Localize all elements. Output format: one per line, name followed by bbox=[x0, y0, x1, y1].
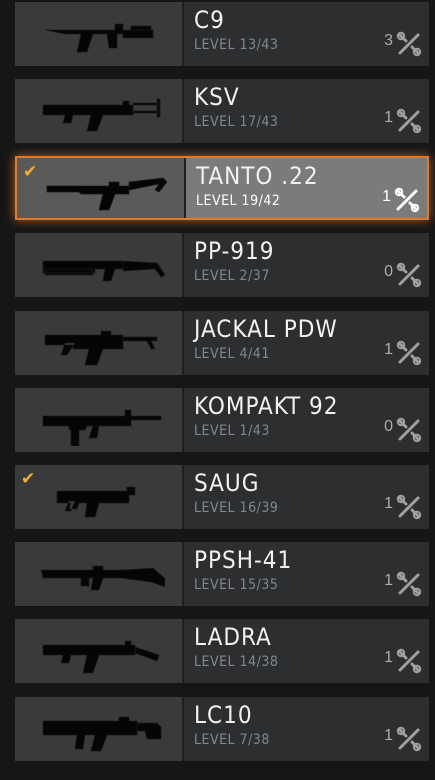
weapon-level: LEVEL 17/43 bbox=[194, 114, 279, 130]
saug-smg-icon bbox=[56, 486, 136, 518]
weapon-thumbnail bbox=[15, 233, 184, 297]
kompakt-92-smg-icon bbox=[42, 409, 162, 446]
attachment-count: 1 bbox=[382, 188, 391, 205]
weapon-name: PPSH-41 bbox=[194, 546, 293, 574]
weapon-info: JACKAL PDW LEVEL 4/41 1 bbox=[184, 311, 429, 375]
weapon-thumbnail bbox=[15, 542, 184, 606]
weapon-level: LEVEL 1/43 bbox=[194, 423, 270, 439]
gunsmith-tools-icon[interactable] bbox=[394, 187, 420, 213]
gunsmith-tools-icon[interactable] bbox=[396, 571, 422, 597]
weapon-card[interactable]: ✔ TANTO .22 LEVEL 19/42 1 bbox=[15, 156, 429, 220]
weapon-level: LEVEL 15/35 bbox=[194, 577, 279, 593]
gunsmith-tools-icon[interactable] bbox=[396, 262, 422, 288]
weapon-thumbnail bbox=[15, 2, 184, 66]
attachment-count: 1 bbox=[384, 495, 393, 512]
attachment-count: 3 bbox=[384, 32, 393, 49]
gunsmith-tools-icon[interactable] bbox=[396, 494, 422, 520]
weapon-name: LC10 bbox=[194, 701, 253, 729]
weapon-thumbnail: ✔ bbox=[15, 465, 184, 529]
attachment-count: 1 bbox=[384, 572, 393, 589]
gunsmith-tools-icon[interactable] bbox=[396, 340, 422, 366]
gunsmith-tools-icon[interactable] bbox=[396, 648, 422, 674]
weapon-level: LEVEL 19/42 bbox=[196, 193, 281, 209]
gunsmith-tools-icon[interactable] bbox=[396, 108, 422, 134]
weapon-info: LC10 LEVEL 7/38 1 bbox=[184, 697, 429, 761]
weapon-name: C9 bbox=[194, 6, 225, 34]
weapon-card[interactable]: KSV LEVEL 17/43 1 bbox=[15, 79, 429, 143]
weapon-card[interactable]: ✔ SAUG LEVEL 16/39 1 bbox=[15, 465, 429, 529]
weapon-thumbnail bbox=[15, 79, 184, 143]
weapon-name: KSV bbox=[194, 83, 240, 111]
weapon-level: LEVEL 2/37 bbox=[194, 268, 270, 284]
weapon-info: PP-919 LEVEL 2/37 0 bbox=[184, 233, 429, 297]
weapon-card[interactable]: JACKAL PDW LEVEL 4/41 1 bbox=[15, 311, 429, 375]
weapon-info: KOMPAKT 92 LEVEL 1/43 0 bbox=[184, 388, 429, 452]
weapon-card[interactable]: PPSH-41 LEVEL 15/35 1 bbox=[15, 542, 429, 606]
weapon-level: LEVEL 16/39 bbox=[194, 500, 279, 516]
gunsmith-tools-icon[interactable] bbox=[396, 726, 422, 752]
weapon-card[interactable]: LADRA LEVEL 14/38 1 bbox=[15, 619, 429, 683]
weapon-info: C9 LEVEL 13/43 3 bbox=[184, 2, 429, 66]
weapon-thumbnail bbox=[15, 697, 184, 761]
tanto-22-smg-icon bbox=[46, 177, 167, 211]
weapon-info: KSV LEVEL 17/43 1 bbox=[184, 79, 429, 143]
pp-919-smg-icon bbox=[42, 260, 165, 282]
attachment-count: 0 bbox=[384, 418, 393, 435]
weapon-level: LEVEL 14/38 bbox=[194, 654, 279, 670]
ladra-smg-icon bbox=[42, 640, 160, 674]
weapon-list: C9 LEVEL 13/43 3 KSV LEVEL 17/43 1 ✔ TANTO .22 L… bbox=[0, 0, 435, 780]
weapon-name: PP-919 bbox=[194, 237, 275, 265]
weapon-name: LADRA bbox=[194, 623, 272, 651]
weapon-card[interactable]: LC10 LEVEL 7/38 1 bbox=[15, 697, 429, 761]
c9-smg-icon bbox=[44, 23, 154, 53]
weapon-thumbnail bbox=[15, 388, 184, 452]
weapon-level: LEVEL 4/41 bbox=[194, 346, 270, 362]
weapon-name: TANTO .22 bbox=[196, 162, 319, 190]
checkmark-icon: ✔ bbox=[23, 162, 38, 181]
ksv-smg-icon bbox=[42, 98, 161, 132]
attachment-count: 1 bbox=[384, 109, 393, 126]
weapon-card[interactable]: C9 LEVEL 13/43 3 bbox=[15, 2, 429, 66]
attachment-count: 0 bbox=[384, 263, 393, 280]
weapon-thumbnail bbox=[15, 619, 184, 683]
weapon-thumbnail bbox=[15, 311, 184, 375]
ppsh-41-smg-icon bbox=[40, 565, 165, 591]
attachment-count: 1 bbox=[384, 341, 393, 358]
weapon-name: KOMPAKT 92 bbox=[194, 392, 339, 420]
gunsmith-tools-icon[interactable] bbox=[396, 417, 422, 443]
jackal-pdw-smg-icon bbox=[44, 330, 158, 366]
weapon-card[interactable]: KOMPAKT 92 LEVEL 1/43 0 bbox=[15, 388, 429, 452]
weapon-card[interactable]: PP-919 LEVEL 2/37 0 bbox=[15, 233, 429, 297]
weapon-info: SAUG LEVEL 16/39 1 bbox=[184, 465, 429, 529]
weapon-info: TANTO .22 LEVEL 19/42 1 bbox=[186, 158, 427, 218]
gunsmith-tools-icon[interactable] bbox=[396, 31, 422, 57]
weapon-level: LEVEL 7/38 bbox=[194, 732, 270, 748]
weapon-level: LEVEL 13/43 bbox=[194, 37, 279, 53]
weapon-thumbnail: ✔ bbox=[17, 158, 186, 218]
checkmark-icon: ✔ bbox=[21, 469, 36, 488]
weapon-info: LADRA LEVEL 14/38 1 bbox=[184, 619, 429, 683]
attachment-count: 1 bbox=[384, 649, 393, 666]
weapon-name: SAUG bbox=[194, 469, 260, 497]
weapon-name: JACKAL PDW bbox=[194, 315, 338, 343]
lc10-smg-icon bbox=[42, 716, 162, 752]
attachment-count: 1 bbox=[384, 727, 393, 744]
weapon-info: PPSH-41 LEVEL 15/35 1 bbox=[184, 542, 429, 606]
